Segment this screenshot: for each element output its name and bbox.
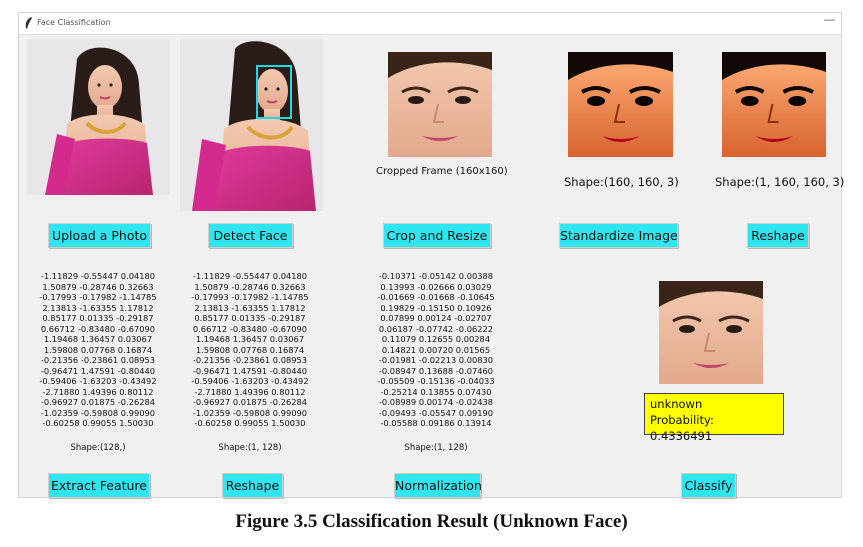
vector-line: 0.19829 -0.15150 0.10926	[380, 302, 492, 313]
vector-line: -0.01669 -0.01668 -0.10645	[377, 292, 495, 302]
app-window: Face Classification — Cropped Frame (160…	[18, 12, 845, 498]
vector-line: -1.02359 -0.59808 0.99090	[192, 407, 308, 418]
vector-line: 1.19468 1.36457 0.03067	[43, 334, 153, 344]
uploaded-photo	[27, 39, 170, 195]
classify-button[interactable]: Classify	[681, 473, 736, 498]
vector-line: 0.85177 0.01335 -0.29187	[194, 313, 306, 323]
normalized-shape-label: Shape:(1, 128)	[404, 443, 468, 453]
standardized-face	[568, 52, 673, 157]
reshaped-shape-label: Shape:(1, 160, 160, 3)	[715, 175, 845, 189]
classification-result-box: unknown Probability: 0.4336491	[644, 393, 784, 443]
vector-line: -2.71880 1.49396 0.80112	[194, 386, 306, 397]
classified-face	[659, 281, 763, 384]
vector-line: 0.07899 0.00124 -0.02707	[380, 313, 492, 323]
vector-line: -0.09493 -0.05547 0.09190	[378, 407, 494, 418]
vector-line: -1.11829 -0.55447 0.04180	[192, 271, 308, 281]
vector-line: -0.96927 0.01875 -0.26284	[40, 397, 156, 407]
vector-line: -0.59406 -1.63203 -0.43492	[39, 376, 157, 386]
vector-line: 0.85177 0.01335 -0.29187	[42, 313, 154, 323]
vector-line: -0.05588 0.09186 0.13914	[380, 418, 492, 428]
result-probability: Probability: 0.4336491	[650, 413, 714, 443]
crop-resize-button[interactable]: Crop and Resize	[383, 223, 491, 248]
title-bar: Face Classification —	[19, 13, 841, 35]
window-title: Face Classification	[37, 18, 111, 27]
vector-line: -0.60258 0.99055 1.50030	[194, 418, 306, 428]
vector-line: -0.96471 1.47591 -0.80440	[40, 365, 156, 376]
vector-line: -0.21356 -0.23861 0.08953	[192, 355, 308, 365]
detected-face-photo	[180, 39, 323, 211]
feather-icon	[25, 17, 32, 29]
extract-feature-button[interactable]: Extract Feature	[48, 473, 150, 498]
vector-line: -0.59406 -1.63203 -0.43492	[191, 376, 309, 386]
vector-line: 1.50879 -0.28746 0.32663	[194, 281, 306, 292]
vector-line: -2.71880 1.49396 0.80112	[42, 386, 154, 397]
vector-line: 0.11079 0.12655 0.00284	[381, 334, 491, 344]
vector-line: -0.17993 -0.17982 -1.14785	[191, 292, 309, 302]
vector-line: -0.08989 0.00174 -0.02438	[378, 397, 494, 407]
vector-line: -0.05509 -0.15136 -0.04033	[377, 376, 495, 386]
reshaped-face	[722, 52, 826, 157]
vector-line: 0.66712 -0.83480 -0.67090	[40, 323, 156, 334]
vector-line: -1.11829 -0.55447 0.04180	[40, 271, 156, 281]
vector-line: -1.02359 -0.59808 0.99090	[40, 407, 156, 418]
vector-line: 1.50879 -0.28746 0.32663	[42, 281, 154, 292]
vector-line: 2.13813 -1.63355 1.17812	[42, 302, 154, 313]
standardize-image-button[interactable]: Standardize Image	[559, 223, 678, 248]
vector-line: -0.25214 0.13855 0.07430	[380, 386, 492, 397]
reshaped-vector-text: -1.11829 -0.55447 0.04180 1.50879 -0.2874…	[185, 271, 315, 429]
vector-line: 1.59808 0.07768 0.16874	[195, 344, 305, 355]
vector-line: -0.96927 0.01875 -0.26284	[192, 397, 308, 407]
upload-photo-button[interactable]: Upload a Photo	[48, 223, 151, 248]
vector-line: -0.21356 -0.23861 0.08953	[40, 355, 156, 365]
vector-line: 0.13993 -0.02666 0.03029	[380, 281, 492, 292]
cropped-face	[388, 52, 492, 157]
vector-line: -0.60258 0.99055 1.50030	[42, 418, 154, 428]
vector-line: 2.13813 -1.63355 1.17812	[194, 302, 306, 313]
feature-vector-text: -1.11829 -0.55447 0.04180 1.50879 -0.2874…	[33, 271, 163, 429]
result-label: unknown	[650, 397, 703, 411]
vector-line: 1.19468 1.36457 0.03067	[195, 334, 305, 344]
figure-caption: Figure 3.5 Classification Result (Unknow…	[235, 511, 628, 532]
vector-line: 0.14821 0.00720 0.01565	[381, 344, 491, 355]
standardized-shape-label: Shape:(160, 160, 3)	[564, 175, 679, 189]
reshape-feature-button[interactable]: Reshape	[222, 473, 283, 498]
vector-line: -0.17993 -0.17982 -1.14785	[39, 292, 157, 302]
minimize-button[interactable]: —	[824, 14, 835, 26]
cropped-frame-caption: Cropped Frame (160x160)	[376, 166, 508, 177]
vector-line: -0.96471 1.47591 -0.80440	[192, 365, 308, 376]
normalized-vector-text: -0.10371 -0.05142 0.00388 0.13993 -0.0266…	[371, 271, 501, 429]
vector-line: 0.06187 -0.07742 -0.06222	[378, 323, 494, 334]
detect-face-button[interactable]: Detect Face	[208, 223, 293, 248]
vector-line: -0.01981 -0.02213 0.00830	[378, 355, 494, 365]
reshaped-feature-shape-label: Shape:(1, 128)	[218, 443, 282, 453]
normalization-button[interactable]: Normalization	[394, 473, 482, 498]
vector-line: 1.59808 0.07768 0.16874	[43, 344, 153, 355]
feature-shape-label: Shape:(128,)	[70, 443, 126, 453]
vector-line: 0.66712 -0.83480 -0.67090	[192, 323, 308, 334]
reshape-image-button[interactable]: Reshape	[747, 223, 809, 248]
vector-line: -0.08947 0.13688 -0.07460	[378, 365, 494, 376]
vector-line: -0.10371 -0.05142 0.00388	[378, 271, 494, 281]
